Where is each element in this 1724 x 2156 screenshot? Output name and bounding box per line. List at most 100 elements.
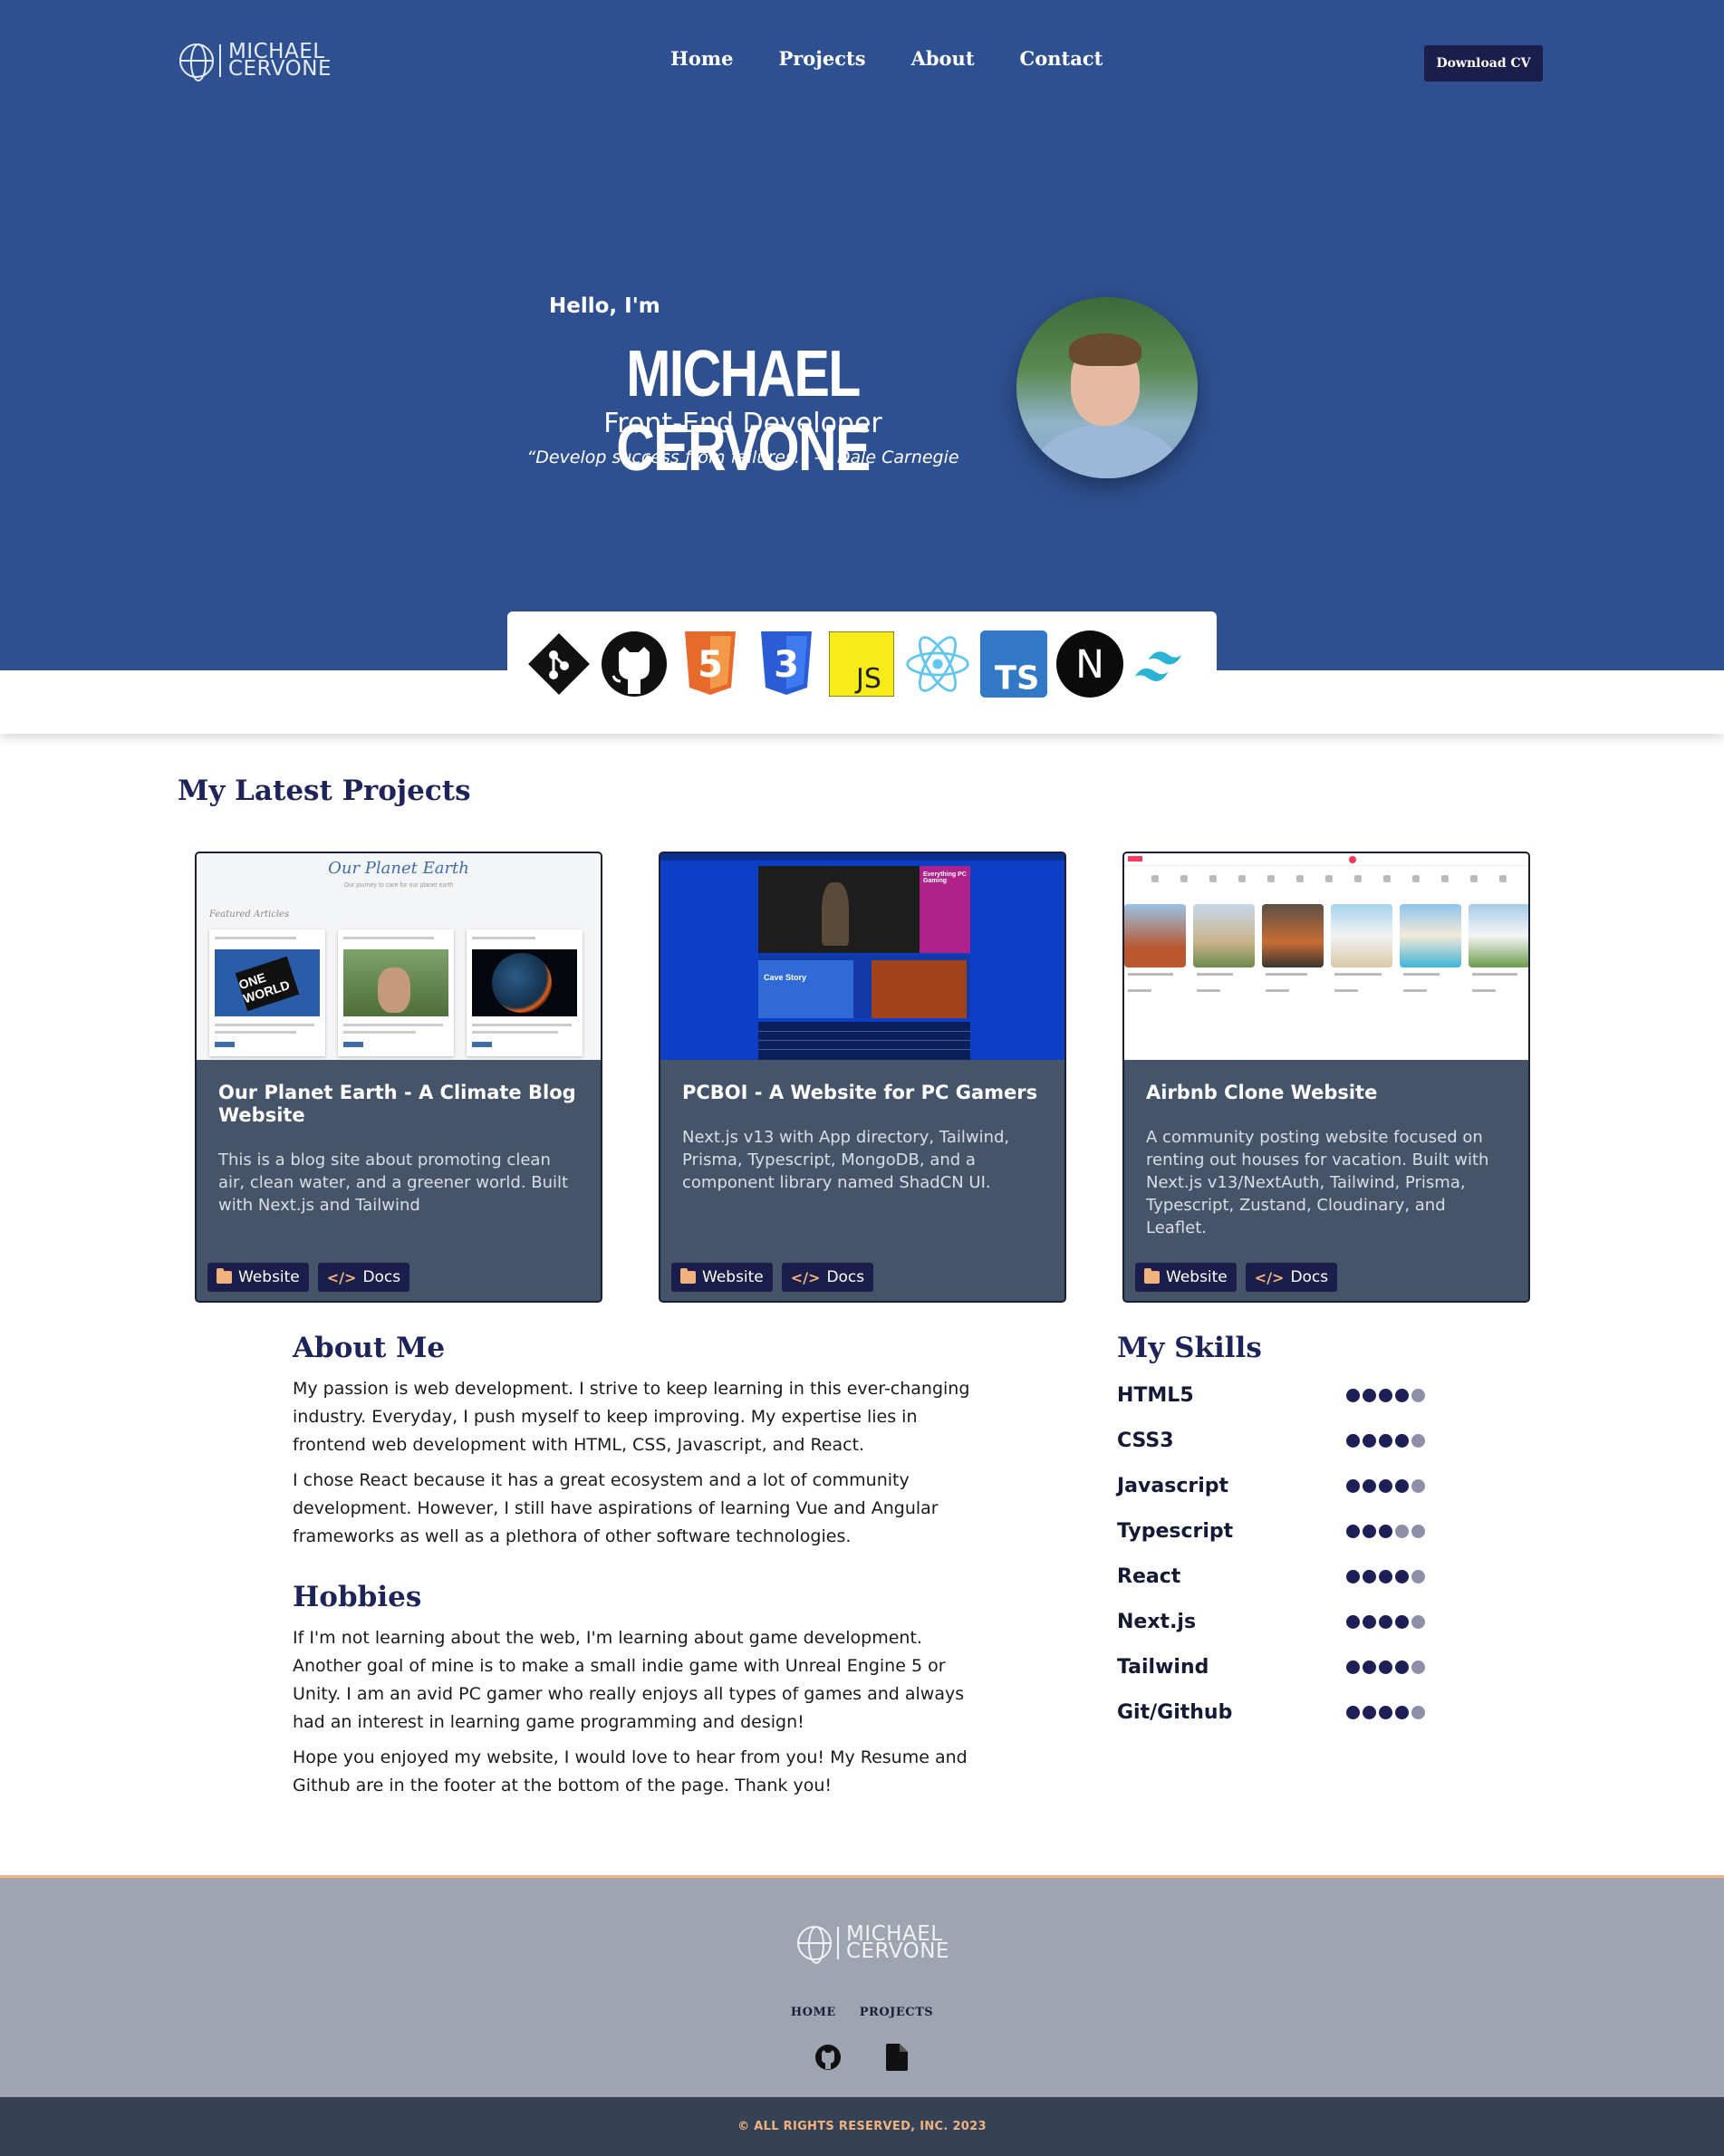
skill-name: Tailwind [1117,1656,1209,1679]
about-title: About Me [293,1332,446,1364]
rating-dot [1395,1570,1409,1583]
rating-dot [1346,1706,1360,1719]
skill-name: Javascript [1117,1475,1229,1497]
rating-dot [1411,1615,1425,1629]
about-paragraph-2: I chose React because it has a great eco… [293,1470,939,1546]
rating-dot [1363,1525,1376,1538]
nav-about-link[interactable]: About [911,47,975,70]
project-card: Everything PC Gaming Cave Story PCBOI - … [659,852,1066,1303]
skill-rating [1346,1525,1425,1538]
rating-dot [1379,1570,1392,1583]
rating-dot [1363,1389,1376,1402]
logo-text: MICHAEL CERVONE [846,1924,949,1963]
project-screenshot[interactable]: Everything PC Gaming Cave Story [660,853,1064,1060]
rating-dot [1395,1389,1409,1402]
rating-dot [1395,1706,1409,1719]
rating-dot [1411,1525,1425,1538]
logo-text: MICHAEL CERVONE [228,42,332,81]
hero-section [0,0,1724,670]
website-button[interactable]: Website [207,1263,309,1292]
site-logo[interactable]: MICHAEL CERVONE [179,42,332,82]
github-icon [601,630,668,698]
rating-dot [1411,1479,1425,1493]
footer-home-link[interactable]: HOME [791,2006,836,2019]
project-title: Our Planet Earth - A Climate Blog Websit… [218,1082,576,1126]
skill-rating [1346,1570,1425,1583]
svg-text:5: 5 [698,644,723,686]
folder-icon [680,1268,696,1284]
footer-logo[interactable]: MICHAEL CERVONE [797,1924,949,1964]
svg-text:JS: JS [854,663,881,695]
git-icon [525,630,592,698]
rating-dot [1346,1615,1360,1629]
rating-dot [1346,1660,1360,1674]
nav-home-link[interactable]: Home [670,47,733,70]
svg-text:3: 3 [774,644,799,686]
footer-nav: HOME PROJECTS [0,2006,1724,2019]
rating-dot [1379,1434,1392,1448]
skill-name: Typescript [1117,1520,1234,1543]
website-button[interactable]: Website [671,1263,773,1292]
github-icon[interactable] [814,2043,842,2072]
rating-dot [1363,1660,1376,1674]
rating-dot [1346,1570,1360,1583]
skill-name: CSS3 [1117,1429,1174,1452]
skill-row: Next.js [1117,1611,1425,1633]
rating-dot [1395,1479,1409,1493]
rating-dot [1395,1434,1409,1448]
globe-icon [179,43,214,82]
react-icon [904,630,971,698]
hero-greeting: Hello, I'm [549,294,660,318]
logo-divider [219,44,221,77]
rating-dot [1346,1479,1360,1493]
nav-contact-link[interactable]: Contact [1020,47,1103,70]
skill-rating [1346,1660,1425,1674]
rating-dot [1395,1615,1409,1629]
docs-button[interactable]: </> Docs [781,1263,874,1292]
docs-button[interactable]: </> Docs [317,1263,410,1292]
projects-section-title: My Latest Projects [178,775,471,807]
skill-rating [1346,1706,1425,1719]
skill-name: HTML5 [1117,1384,1194,1407]
copyright-bar: © ALL RIGHTS RESERVED, INC. 2023 [0,2097,1724,2156]
logo-divider [837,1927,839,1959]
javascript-icon: JS [828,630,895,698]
rating-dot [1411,1660,1425,1674]
rating-dot [1395,1660,1409,1674]
rating-dot [1379,1525,1392,1538]
resume-file-icon[interactable] [883,2043,910,2072]
project-description: A community posting website focused on r… [1146,1128,1489,1237]
project-description: This is a blog site about promoting clea… [218,1150,569,1215]
hobbies-title: Hobbies [293,1581,422,1613]
skill-name: React [1117,1565,1181,1588]
project-screenshot[interactable] [1124,853,1528,1060]
rating-dot [1363,1434,1376,1448]
download-cv-button[interactable]: Download CV [1424,45,1543,82]
hero-quote: “Develop success from failures.” — Dale … [526,448,959,467]
profile-avatar [1016,297,1198,478]
website-button[interactable]: Website [1135,1263,1237,1292]
logo-line-2: CERVONE [846,1939,949,1963]
skill-row: CSS3 [1117,1429,1425,1452]
code-icon: </> [1254,1268,1285,1286]
rating-dot [1363,1706,1376,1719]
project-screenshot[interactable]: Our Planet Earth Our journey to care for… [197,853,601,1060]
logo-line-2: CERVONE [228,57,332,81]
tech-stack-bar: 5 3 JS TS N [507,611,1217,716]
rating-dot [1379,1706,1392,1719]
hobbies-paragraph-1: If I'm not learning about the web, I'm l… [293,1628,965,1732]
rating-dot [1379,1389,1392,1402]
project-card: Our Planet Earth Our journey to care for… [195,852,602,1303]
skill-row: Typescript [1117,1520,1425,1543]
project-title: PCBOI - A Website for PC Gamers [682,1082,1038,1103]
project-card: Airbnb Clone Website A community posting… [1122,852,1530,1303]
rating-dot [1411,1389,1425,1402]
footer-icons [0,2043,1724,2072]
skill-rating [1346,1479,1425,1493]
rating-dot [1411,1434,1425,1448]
nav-projects-link[interactable]: Projects [778,47,865,70]
footer-projects-link[interactable]: PROJECTS [860,2006,933,2019]
docs-button[interactable]: </> Docs [1245,1263,1338,1292]
rating-dot [1363,1570,1376,1583]
css3-icon: 3 [753,630,820,698]
